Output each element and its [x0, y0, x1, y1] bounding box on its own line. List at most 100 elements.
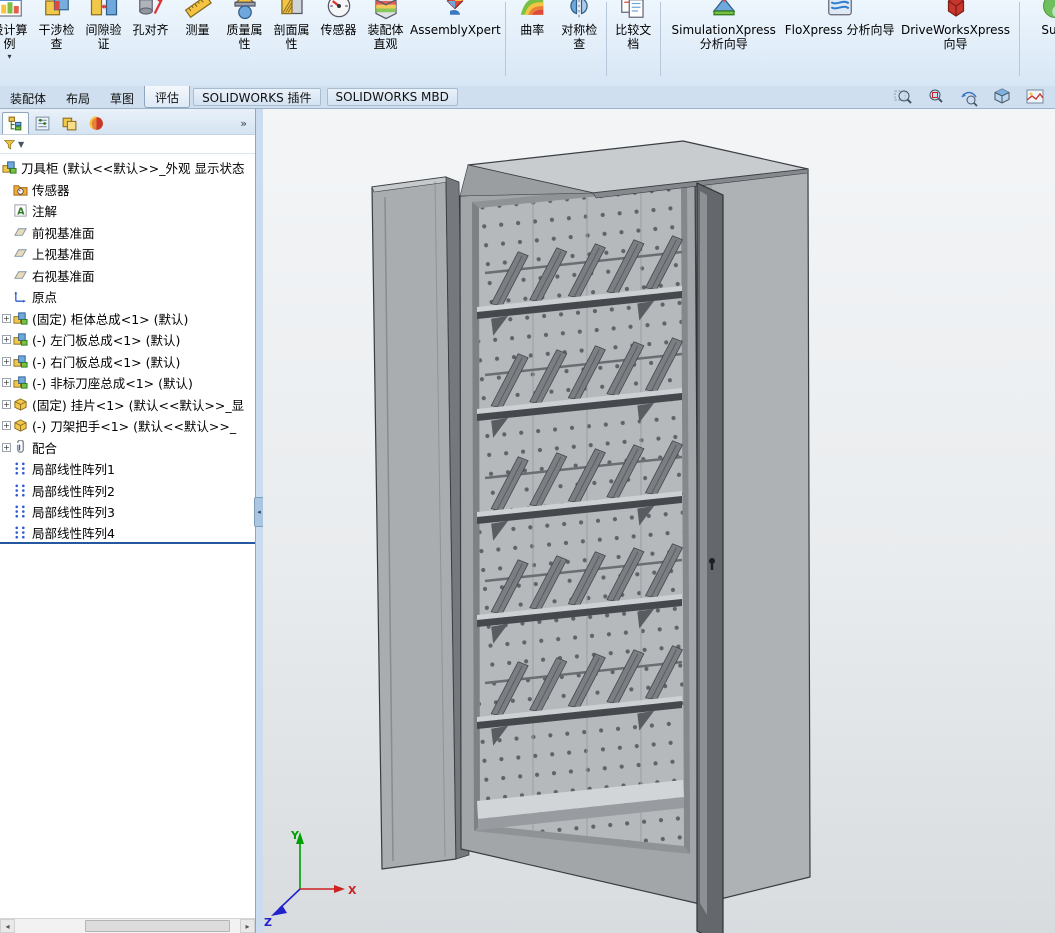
- ribbon-button-label: 对称检查: [561, 23, 598, 51]
- filter-icon[interactable]: [3, 138, 16, 151]
- tab-sketch[interactable]: 草图: [100, 86, 144, 108]
- ribbon-button-measure[interactable]: 测量: [174, 0, 221, 37]
- ribbon-button-sustainability[interactable]: Sust: [1023, 0, 1055, 37]
- panel-tab-configurationmanager[interactable]: [56, 112, 83, 134]
- ribbon-button-mass-properties[interactable]: 质量属性: [221, 0, 268, 51]
- zoom-fit-icon[interactable]: [893, 87, 913, 107]
- ribbon-button-simulationxpress[interactable]: SimulationXpress 分析向导: [664, 0, 784, 51]
- previous-view-icon[interactable]: [959, 87, 979, 107]
- scrollbar-track[interactable]: [15, 919, 240, 933]
- zoom-area-icon[interactable]: [926, 87, 946, 107]
- dropdown-arrow-icon: ▾: [7, 52, 12, 61]
- panel-tab-displaymanager[interactable]: [83, 112, 110, 134]
- filter-dropdown-icon[interactable]: ▼: [18, 140, 24, 149]
- panel-tab-featuremanager-tree[interactable]: [2, 112, 29, 134]
- expand-icon[interactable]: +: [2, 356, 11, 366]
- tree-item[interactable]: + (-) 非标刀座总成<1> (默认): [0, 372, 255, 394]
- ribbon-button-label: 比较文档: [615, 23, 652, 51]
- hole-alignment-icon: [136, 0, 166, 21]
- panel-tabs-overflow-chevron[interactable]: »: [234, 117, 253, 134]
- tree-item-label: 配合: [32, 440, 58, 456]
- tree-item[interactable]: 局部线性阵列3: [0, 501, 255, 523]
- sensors-icon: [13, 182, 28, 197]
- ribbon-button-sensor[interactable]: 传感器: [315, 0, 362, 37]
- tree-item[interactable]: + (-) 右门板总成<1> (默认): [0, 351, 255, 373]
- expand-icon[interactable]: +: [2, 421, 11, 431]
- tree-item[interactable]: 前视基准面: [0, 222, 255, 244]
- tree-item[interactable]: 右视基准面: [0, 265, 255, 287]
- expand-icon[interactable]: +: [2, 335, 11, 345]
- scroll-right-arrow-icon[interactable]: ▸: [240, 919, 255, 933]
- part-icon: [13, 397, 28, 412]
- graphics-area[interactable]: Y X Z: [263, 109, 1055, 933]
- cabinet-3d-model[interactable]: [263, 109, 1055, 933]
- tree-item-label: 注解: [32, 204, 58, 220]
- ribbon-button-section-properties[interactable]: 剖面属性: [268, 0, 315, 51]
- tab-layout[interactable]: 布局: [56, 86, 100, 108]
- appearances-icon[interactable]: [1025, 87, 1045, 107]
- ribbon-button-clearance-verification[interactable]: 间隙验证: [80, 0, 127, 51]
- tree-item[interactable]: + 配合: [0, 437, 255, 459]
- tab-evaluate[interactable]: 评估: [144, 86, 191, 108]
- tree-item-label: 局部线性阵列2: [32, 483, 115, 499]
- expand-icon[interactable]: +: [2, 399, 11, 409]
- tree-horizontal-scrollbar[interactable]: ◂ ▸: [0, 918, 255, 933]
- tree-item[interactable]: 局部线性阵列1: [0, 458, 255, 480]
- tab-solidworks-add-ins[interactable]: SOLIDWORKS 插件: [193, 88, 321, 106]
- tree-item[interactable]: 局部线性阵列4: [0, 523, 255, 544]
- ribbon-button-compare-documents[interactable]: 比较文档: [610, 0, 657, 51]
- plane-icon: [13, 225, 28, 240]
- ribbon-button-design-study[interactable]: 设计算例▾: [0, 0, 33, 61]
- ribbon-button-assemblyxpert[interactable]: AssemblyXpert: [409, 0, 502, 37]
- tree-item[interactable]: 上视基准面: [0, 243, 255, 265]
- panel-splitter[interactable]: ◂: [254, 109, 264, 933]
- tab-solidworks-mbd[interactable]: SOLIDWORKS MBD: [326, 88, 458, 106]
- view-orientation-icon[interactable]: [992, 87, 1012, 107]
- tree-item[interactable]: 传感器: [0, 179, 255, 201]
- expand-icon[interactable]: +: [2, 442, 11, 452]
- svg-text:A: A: [17, 207, 25, 218]
- expand-icon[interactable]: +: [2, 378, 11, 388]
- pattern-icon: [13, 525, 28, 540]
- ribbon-separator: [659, 2, 661, 76]
- ribbon-button-symmetry-check[interactable]: 对称检查: [556, 0, 603, 51]
- ribbon-button-label: 剖面属性: [273, 23, 310, 51]
- feature-manager-panel: » ▼ 刀具柜 (默认<<默认>>_外观 显示状态传感器 A 注解前视基准面上视基准…: [0, 109, 256, 933]
- ribbon-button-assembly-visualization[interactable]: 装配体直观: [362, 0, 409, 51]
- ribbon-button-label: SimulationXpress 分析向导: [671, 23, 776, 51]
- panel-tab-propertymanager[interactable]: [29, 112, 56, 134]
- ribbon-button-driveworksxpress[interactable]: DriveWorksXpress 向导: [896, 0, 1016, 51]
- tree-item[interactable]: 原点: [0, 286, 255, 308]
- ribbon-button-curvature[interactable]: 曲率: [509, 0, 556, 37]
- tree-item[interactable]: + (-) 左门板总成<1> (默认): [0, 329, 255, 351]
- ribbon-button-label: 装配体直观: [367, 23, 404, 51]
- tree-item[interactable]: 局部线性阵列2: [0, 480, 255, 502]
- simulationxpress-icon: [709, 0, 739, 21]
- ribbon-button-label: AssemblyXpert: [410, 23, 501, 37]
- tree-item-label: (-) 右门板总成<1> (默认): [32, 354, 181, 370]
- plane-icon: [13, 246, 28, 261]
- ribbon-button-interference-check[interactable]: 干涉检查: [33, 0, 80, 51]
- tab-assembly[interactable]: 装配体: [0, 86, 56, 108]
- ribbon-button-label: 测量: [185, 23, 210, 37]
- tree-gutter: +: [2, 313, 13, 323]
- scrollbar-thumb[interactable]: [85, 920, 230, 932]
- tree-gutter: +: [2, 378, 13, 388]
- sensor-icon: [324, 0, 354, 21]
- ribbon-button-floxpress[interactable]: FloXpress 分析向导: [784, 0, 896, 37]
- subassembly-icon: [13, 354, 28, 369]
- tree-item[interactable]: + (-) 刀架把手<1> (默认<<默认>>_: [0, 415, 255, 437]
- scroll-left-arrow-icon[interactable]: ◂: [0, 919, 15, 933]
- ribbon-button-label: DriveWorksXpress 向导: [900, 23, 1011, 51]
- tree-item[interactable]: + (固定) 柜体总成<1> (默认): [0, 308, 255, 330]
- tree-item-label: 传感器: [32, 182, 70, 198]
- ribbon-button-hole-alignment[interactable]: 孔对齐: [127, 0, 174, 37]
- tree-item-label: 上视基准面: [32, 247, 95, 263]
- tree-item[interactable]: 刀具柜 (默认<<默认>>_外观 显示状态: [0, 157, 255, 179]
- subassembly-icon: [13, 332, 28, 347]
- tree-item[interactable]: + (固定) 挂片<1> (默认<<默认>>_显: [0, 394, 255, 416]
- tree-item[interactable]: A 注解: [0, 200, 255, 222]
- expand-icon[interactable]: +: [2, 313, 11, 323]
- ribbon-button-label: 孔对齐: [132, 23, 169, 37]
- ribbon: 设计算例▾干涉检查间隙验证孔对齐 测量质量属性剖面属性传感器装配体直观 Assemb…: [0, 0, 1055, 86]
